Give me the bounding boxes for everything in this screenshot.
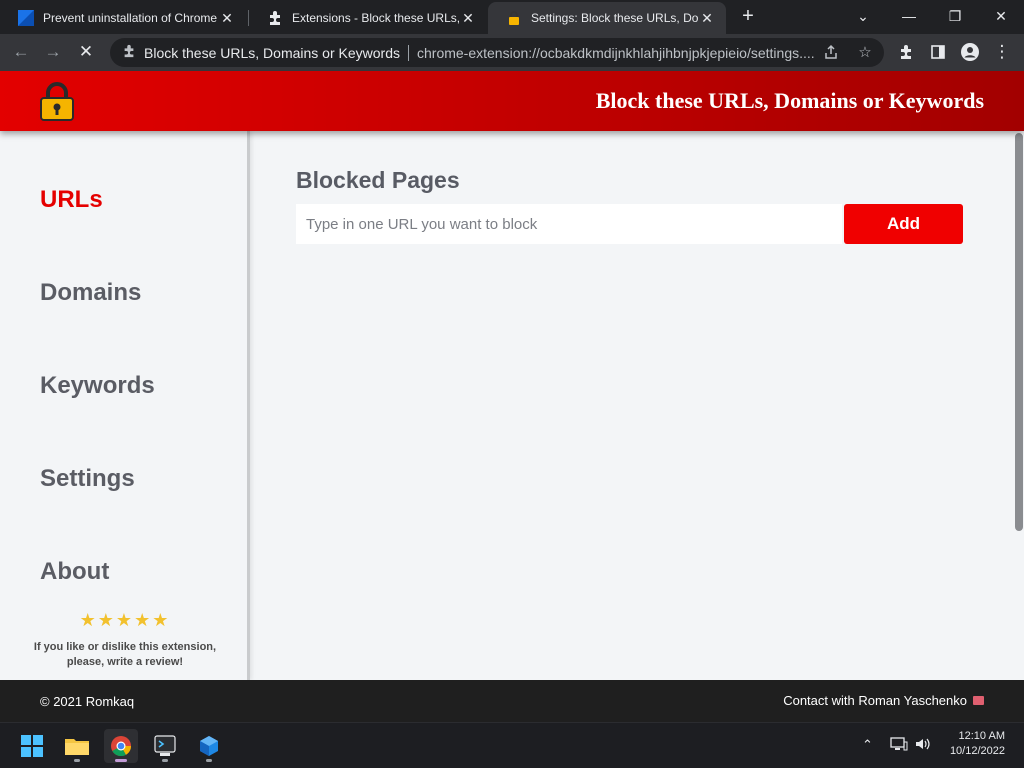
address-divider [408,44,409,61]
tray-overflow-chevron-icon[interactable]: ⌃ [862,737,873,753]
tab-strip: Prevent uninstallation of Chrome ✕ Exten… [0,0,1024,34]
close-tab-icon[interactable]: ✕ [219,10,235,27]
block-url-input[interactable] [296,204,842,244]
page-header-title: Block these URLs, Domains or Keywords [595,88,984,113]
blocked-pages-title: Blocked Pages [296,167,460,193]
running-indicator [206,759,212,762]
puzzle-piece-icon [122,44,136,61]
windows-start-icon[interactable] [15,729,49,763]
review-prompt[interactable]: If you like or dislike this extension, p… [0,640,250,670]
bookmark-star-icon[interactable]: ☆ [856,44,874,62]
profile-avatar-icon[interactable] [958,40,982,64]
extensions-icon[interactable] [894,40,918,64]
tab-extensions[interactable]: Extensions - Block these URLs, Do ✕ [249,2,487,34]
add-url-button[interactable]: Add [844,204,963,244]
volume-icon[interactable] [914,736,932,755]
restore-button[interactable]: ❐ [932,4,978,28]
scrollbar-thumb[interactable] [1015,133,1023,531]
tab-prevent-uninstall[interactable]: Prevent uninstallation of Chrome ✕ [0,2,248,34]
blue-cube-app-icon[interactable] [192,729,226,763]
minimize-button[interactable]: — [886,4,932,28]
close-window-button[interactable]: ✕ [978,4,1024,28]
extension-settings-page: Block these URLs, Domains or Keywords UR… [0,71,1024,680]
dark-app-icon[interactable] [148,729,182,763]
browser-toolbar: ← → ✕ Block these URLs, Domains or Keywo… [0,34,1024,71]
sidebar-item-keywords[interactable]: Keywords [40,372,155,400]
tab-search-dropdown-icon[interactable]: ⌄ [840,4,886,28]
file-explorer-icon[interactable] [60,729,94,763]
page-scrollbar[interactable] [1014,131,1024,680]
windows-taskbar: ⌃ 12:10 AM 10/12/2022 [0,722,1024,768]
sidebar-item-about[interactable]: About [40,558,109,586]
rating-stars[interactable]: ★★★★★ [0,610,250,631]
blue-square-favicon [18,10,34,26]
stop-loading-button[interactable]: ✕ [74,40,98,64]
sidebar-item-settings[interactable]: Settings [40,465,135,493]
sidebar-item-urls[interactable]: URLs [40,186,103,214]
share-icon[interactable] [822,44,840,62]
running-indicator [162,759,168,762]
page-footer: © 2021 Romkaq Contact with Roman Yaschen… [0,680,1024,722]
review-text-line2: please, write a review! [66,656,184,668]
footer-contact-link[interactable]: Contact with Roman Yaschenko [783,693,984,708]
address-bar[interactable]: Block these URLs, Domains or Keywords ch… [110,38,884,67]
sidebar-item-domains[interactable]: Domains [40,279,141,307]
footer-contact-text[interactable]: Contact with Roman Yaschenko [783,693,967,708]
review-text-line1: If you like or dislike this extension, [33,641,217,653]
address-site-title: Block these URLs, Domains or Keywords [144,44,400,61]
tab-settings-active[interactable]: Settings: Block these URLs, Doma ✕ [488,2,726,34]
active-app-indicator [115,759,127,762]
page-header: Block these URLs, Domains or Keywords [0,71,1024,131]
mail-icon[interactable] [973,696,984,705]
forward-button[interactable]: → [41,40,65,64]
menu-kebab-icon[interactable]: ⋮ [990,40,1014,64]
chrome-icon[interactable] [104,729,138,763]
clock-time: 12:10 AM [958,730,1005,742]
tab-title: Settings: Block these URLs, Doma [531,11,699,25]
new-tab-button[interactable]: + [738,6,758,26]
tab-title: Prevent uninstallation of Chrome [43,11,218,25]
address-url[interactable]: chrome-extension://ocbakdkmdijnkhlahjihb… [417,45,827,61]
sidebar-nav: URLs Domains Keywords Settings About ★★★… [0,131,250,680]
running-indicator [74,759,80,762]
lock-favicon [506,10,522,26]
back-button[interactable]: ← [9,40,33,64]
close-tab-icon[interactable]: ✕ [699,10,715,27]
side-panel-icon[interactable] [926,40,950,64]
network-icon[interactable] [890,736,908,755]
padlock-logo-icon [40,82,74,121]
system-clock[interactable]: 12:10 AM 10/12/2022 [950,729,1005,759]
clock-date: 10/12/2022 [949,745,1005,757]
puzzle-piece-icon [267,10,283,26]
tab-title: Extensions - Block these URLs, Do [292,11,460,25]
close-tab-icon[interactable]: ✕ [460,10,476,27]
footer-copyright: © 2021 Romkaq [40,694,135,709]
